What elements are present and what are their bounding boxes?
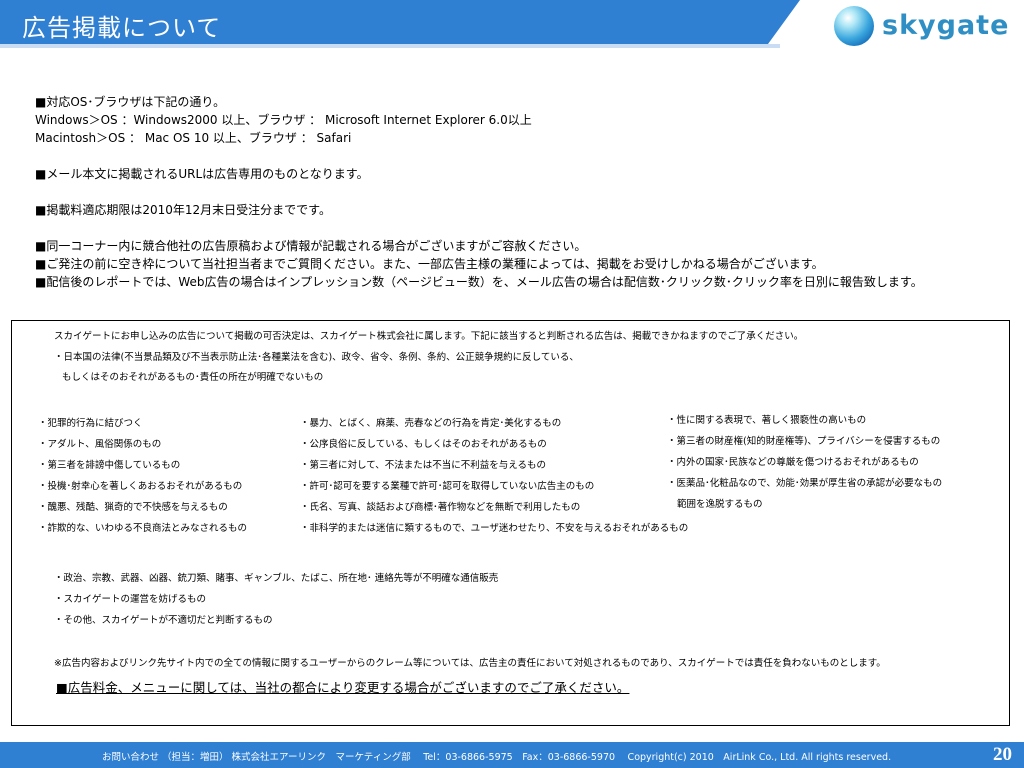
- footer-contact: お問い合わせ （担当：増田） 株式会社エアーリンク マーケティング部 Tel：0…: [102, 752, 892, 763]
- misc-restrictions: ・政治、宗教、武器、凶器、銃刀類、賭事、ギャンブル、たばこ、所在地･ 連絡先等が…: [54, 568, 498, 631]
- list-item: ・犯罪的行為に結びつく: [38, 418, 143, 429]
- list-item: ・氏名、写真、談話および商標･著作物などを無断で利用したもの: [300, 502, 581, 513]
- list-item: ・第三者を誹謗中傷しているもの: [38, 460, 181, 471]
- list-item: ・投機･射幸心を著しくあおるおそれがあるもの: [38, 481, 243, 492]
- skygate-logo: skygate: [832, 4, 1008, 48]
- list-item: ・醜悪、残酷、猟奇的で不快感を与えるもの: [38, 502, 228, 513]
- restrictions-intro: スカイゲートにお申し込みの広告について掲載の可否決定は、スカイゲート株式会社に属…: [54, 331, 804, 342]
- list-item: ・医薬品･化粧品なので、効能･効果が厚生省の承認が必要なもの: [667, 478, 943, 489]
- info-line: ■同一コーナー内に競合他社の広告原稿および情報が記載される場合がございますがご容…: [35, 239, 587, 253]
- list-item: ・非科学的または迷信に類するもので、ユーザ迷わせたり、不安を与えるおそれがあるも…: [300, 523, 689, 534]
- list-item: ・暴力、とばく、麻薬、売春などの行為を肯定･美化するもの: [300, 418, 562, 429]
- list-item: ・その他、スカイゲートが不適切だと判断するもの: [54, 615, 273, 626]
- law-line: ・日本国の法律(不当景品類及び不当表示防止法･各種業法を含む)、政令、省令、条例…: [54, 352, 579, 363]
- list-item: ・第三者の財産権(知的財産権等)、プライバシーを侵害するもの: [667, 436, 941, 447]
- liability-note: ※広告内容およびリンク先サイト内での全ての情報に関するユーザーからのクレーム等に…: [54, 658, 886, 669]
- info-line: Windows＞OS ：Windows2000 以上、ブラウザ ： Micros…: [35, 113, 532, 127]
- list-item: ・詐欺的な、いわゆる不良商法とみなされるもの: [38, 523, 248, 534]
- list-item: ・政治、宗教、武器、凶器、銃刀類、賭事、ギャンブル、たばこ、所在地･ 連絡先等が…: [54, 573, 499, 584]
- list-item: ・アダルト、風俗関係のもの: [38, 439, 162, 450]
- header-accent-line: [0, 44, 780, 48]
- logo-text: skygate: [882, 10, 1010, 41]
- list-item: ・許可･認可を要する業種で許可･認可を取得していない広告主のもの: [300, 481, 595, 492]
- list-item: ・第三者に対して、不法または不当に不利益を与えるもの: [300, 460, 546, 471]
- page-number: 20: [993, 744, 1012, 765]
- list-item: ・性に関する表現で、著しく猥褻性の高いもの: [667, 415, 867, 426]
- list-item: ・公序良俗に反している、もしくはそのおそれがあるもの: [300, 439, 547, 450]
- logo-sphere-icon: [834, 6, 874, 46]
- info-section: ■対応OS･ブラウザは下記の通り。 Windows＞OS ：Windows200…: [35, 93, 995, 291]
- info-line: ■対応OS･ブラウザは下記の通り。: [35, 95, 226, 109]
- list-item: ・内外の国家･民族などの尊厳を傷つけるおそれがあるもの: [667, 457, 919, 468]
- restrictions-box: スカイゲートにお申し込みの広告について掲載の可否決定は、スカイゲート株式会社に属…: [11, 320, 1010, 726]
- list-item: ・スカイゲートの運営を妨げるもの: [54, 594, 207, 605]
- info-line: ■ご発注の前に空き枠について当社担当者までご質問ください。また、一部広告主様の業…: [35, 257, 824, 271]
- restriction-column-2: ・暴力、とばく、麻薬、売春などの行為を肯定･美化するもの ・公序良俗に反している…: [300, 413, 688, 539]
- list-item: 範囲を逸脱するもの: [677, 499, 763, 510]
- footer: お問い合わせ （担当：増田） 株式会社エアーリンク マーケティング部 Tel：0…: [0, 742, 1024, 768]
- page-title: 広告掲載について: [22, 14, 222, 42]
- info-line: Macintosh＞OS ： Mac OS 10 以上、ブラウザ ： Safar…: [35, 131, 352, 145]
- restriction-column-1: ・犯罪的行為に結びつく ・アダルト、風俗関係のもの ・第三者を誹謗中傷しているも…: [38, 413, 247, 539]
- law-line: もしくはそのおそれがあるもの･責任の所在が明確でないもの: [62, 372, 324, 383]
- info-line: ■配信後のレポートでは、Web広告の場合はインプレッション数（ページビュー数）を…: [35, 275, 923, 289]
- price-change-note: ■広告料金、メニューに関しては、当社の都合により変更する場合がございますのでご了…: [56, 680, 630, 695]
- info-line: ■掲載料適応期限は2010年12月末日受注分までです。: [35, 203, 331, 217]
- info-line: ■メール本文に掲載されるURLは広告専用のものとなります。: [35, 167, 369, 181]
- header: 広告掲載について skygate: [0, 0, 1024, 50]
- restriction-column-3: ・性に関する表現で、著しく猥褻性の高いもの ・第三者の財産権(知的財産権等)、プ…: [667, 410, 942, 515]
